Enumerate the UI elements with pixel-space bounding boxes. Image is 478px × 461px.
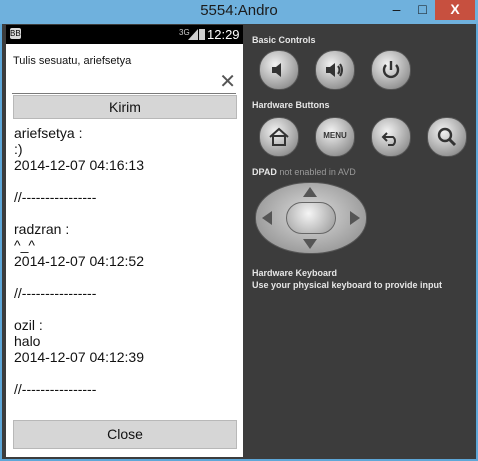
dpad-note: not enabled in AVD [279, 167, 356, 177]
title-bar[interactable]: 5554:Andro – □ X [0, 0, 478, 24]
message-separator: //---------------- [14, 285, 97, 301]
emulator-window: 5554:Andro – □ X BBM 3G 12:29 Tulis sesu… [0, 0, 478, 461]
dpad-title: DPAD not enabled in AVD [252, 167, 356, 177]
list-item: ariefsetya : :) 2014-12-07 04:16:13 //--… [14, 125, 236, 205]
message-text: halo [14, 333, 41, 349]
basic-controls-title: Basic Controls [252, 35, 316, 45]
message-user: ozil : [14, 317, 43, 333]
dpad-right-icon[interactable] [350, 211, 360, 225]
close-button[interactable]: Close [13, 420, 237, 449]
emulator-client: BBM 3G 12:29 Tulis sesuatu, ariefsetya ✕… [2, 24, 476, 459]
message-separator: //---------------- [14, 381, 97, 397]
volume-down-icon [272, 63, 281, 77]
volume-down-button[interactable] [259, 50, 299, 90]
home-icon [269, 127, 289, 146]
message-time: 2014-12-07 04:16:13 [14, 157, 144, 173]
message-list[interactable]: ariefsetya : :) 2014-12-07 04:16:13 //--… [14, 125, 236, 413]
keyboard-title: Hardware Keyboard [252, 268, 338, 278]
dpad-left-icon[interactable] [262, 211, 272, 225]
message-separator: //---------------- [14, 189, 97, 205]
keyboard-description: Use your physical keyboard to provide in… [252, 280, 443, 290]
menu-button[interactable]: MENU [315, 117, 355, 157]
message-time: 2014-12-07 04:12:52 [14, 253, 144, 269]
search-button[interactable] [427, 117, 467, 157]
menu-icon: MENU [323, 131, 347, 140]
minimize-button[interactable]: – [383, 0, 410, 20]
volume-up-button[interactable] [315, 50, 355, 90]
message-text: :) [14, 141, 23, 157]
dpad-up-icon[interactable] [303, 187, 317, 197]
bbm-icon: BBM [10, 28, 28, 39]
dpad-down-icon[interactable] [303, 239, 317, 249]
power-button[interactable] [371, 50, 411, 90]
message-input[interactable]: ✕ [12, 71, 236, 94]
back-icon [381, 132, 396, 146]
back-button[interactable] [371, 117, 411, 157]
message-text: ^_^ [14, 237, 35, 253]
status-time: 12:29 [207, 27, 240, 42]
send-button[interactable]: Kirim [13, 95, 237, 119]
search-icon [437, 127, 457, 147]
message-user: ariefsetya : [14, 125, 83, 141]
dpad-center[interactable] [286, 202, 336, 234]
dpad[interactable] [255, 182, 367, 254]
list-item: ozil : halo 2014-12-07 04:12:39 //------… [14, 317, 236, 397]
dpad-label: DPAD [252, 167, 277, 177]
clear-icon[interactable]: ✕ [219, 69, 236, 94]
message-time: 2014-12-07 04:12:39 [14, 349, 144, 365]
signal-icon [188, 29, 198, 40]
status-bar: BBM 3G 12:29 [6, 25, 243, 44]
battery-icon [199, 29, 205, 40]
device-screen: BBM 3G 12:29 Tulis sesuatu, ariefsetya ✕… [6, 25, 243, 457]
maximize-button[interactable]: □ [410, 0, 435, 20]
prompt-label: Tulis sesuatu, ariefsetya [13, 55, 132, 67]
list-item: radzran : ^_^ 2014-12-07 04:12:52 //----… [14, 221, 236, 301]
power-icon [382, 61, 400, 79]
close-window-button[interactable]: X [435, 0, 475, 20]
home-button[interactable] [259, 117, 299, 157]
hardware-buttons-title: Hardware Buttons [252, 100, 330, 110]
volume-up-icon [326, 63, 343, 77]
message-user: radzran : [14, 221, 70, 237]
